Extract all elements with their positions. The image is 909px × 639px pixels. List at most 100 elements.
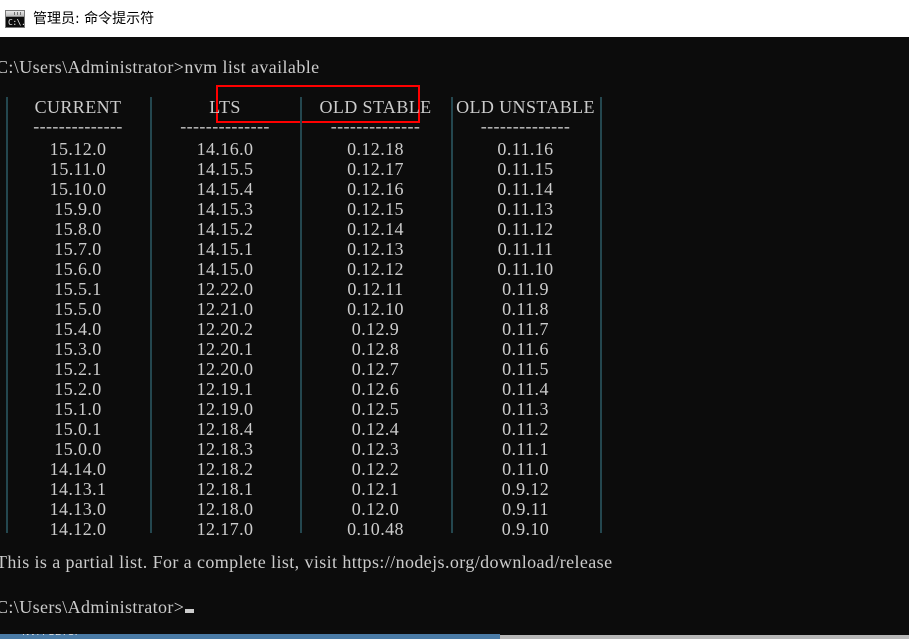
partial-list-note: This is a partial list. For a complete l… <box>0 552 613 572</box>
version-cell: 0.11.10 <box>497 259 554 279</box>
version-cell: 12.18.3 <box>196 439 254 459</box>
version-cell: 0.11.0 <box>502 459 549 479</box>
cmd-icon-glyph: C:\. <box>8 17 25 27</box>
version-cell: 14.13.1 <box>49 479 107 499</box>
version-cell: 12.18.0 <box>196 499 254 519</box>
column-underline-old-unstable: -------------- <box>480 116 571 136</box>
table-row: 15.2.1 12.20.0 0.12.7 0.11.5 <box>0 359 612 379</box>
version-cell: 0.11.5 <box>502 359 549 379</box>
cmd-icon[interactable]: C:\. <box>5 9 25 28</box>
version-cell: 0.9.12 <box>501 479 550 499</box>
version-cell: 14.15.3 <box>196 199 254 219</box>
command-line: C:\Users\Administrator>nvm list availabl… <box>0 57 320 77</box>
table-row: 15.12.0 14.16.0 0.12.18 0.11.16 <box>0 139 612 159</box>
background-window-strip[interactable]: NVM-SETUP <box>0 634 500 639</box>
version-cell: 15.7.0 <box>54 239 102 259</box>
version-cell: 0.11.6 <box>502 339 549 359</box>
column-header-old-stable: OLD STABLE <box>319 97 432 117</box>
table-header-row: CURRENT LTS OLD STABLE OLD UNSTABLE ----… <box>0 97 612 135</box>
version-cell: 12.18.2 <box>196 459 254 479</box>
version-cell: 0.12.10 <box>347 299 404 319</box>
version-cell: 14.15.4 <box>196 179 254 199</box>
version-cell: 15.0.0 <box>54 439 102 459</box>
version-cell: 0.12.6 <box>351 379 400 399</box>
version-cell: 15.1.0 <box>54 399 102 419</box>
version-cell: 0.9.11 <box>502 499 549 519</box>
table-row: 15.0.1 12.18.4 0.12.4 0.11.2 <box>0 419 612 439</box>
version-table: CURRENT LTS OLD STABLE OLD UNSTABLE ----… <box>0 97 612 539</box>
version-cell: 15.2.0 <box>54 379 102 399</box>
version-cell: 15.11.0 <box>49 159 107 179</box>
version-cell: 0.12.4 <box>351 419 400 439</box>
version-cell: 15.3.0 <box>54 339 102 359</box>
table-row: 15.3.0 12.20.1 0.12.8 0.11.6 <box>0 339 612 359</box>
version-cell: 0.11.2 <box>502 419 549 439</box>
column-underline-old-stable: -------------- <box>330 116 421 136</box>
version-cell: 0.12.18 <box>347 139 404 159</box>
version-cell: 14.14.0 <box>49 459 107 479</box>
column-underline-current: -------------- <box>33 116 123 136</box>
desktop-bottom-strip <box>500 635 909 639</box>
version-cell: 0.12.13 <box>347 239 404 259</box>
version-cell: 12.19.0 <box>196 399 254 419</box>
column-header-lts: LTS <box>209 97 241 117</box>
version-cell: 0.12.12 <box>347 259 404 279</box>
table-row: 15.4.0 12.20.2 0.12.9 0.11.7 <box>0 319 612 339</box>
table-row: 15.1.0 12.19.0 0.12.5 0.11.3 <box>0 399 612 419</box>
version-cell: 14.12.0 <box>49 519 107 539</box>
column-header-current: CURRENT <box>34 97 122 117</box>
version-cell: 12.20.2 <box>196 319 254 339</box>
version-cell: 14.16.0 <box>196 139 254 159</box>
version-cell: 0.11.3 <box>502 399 549 419</box>
version-cell: 15.4.0 <box>54 319 102 339</box>
version-cell: 0.12.7 <box>351 359 400 379</box>
window-titlebar[interactable]: C:\. 管理员: 命令提示符 <box>0 0 909 37</box>
version-cell: 0.12.1 <box>351 479 400 499</box>
version-cell: 12.20.1 <box>196 339 254 359</box>
version-cell: 0.11.15 <box>497 159 554 179</box>
window-title: 管理员: 命令提示符 <box>33 10 155 27</box>
table-row: 15.8.0 14.15.2 0.12.14 0.11.12 <box>0 219 612 239</box>
version-cell: 0.12.2 <box>351 459 400 479</box>
version-cell: 12.18.1 <box>196 479 254 499</box>
version-cell: 15.9.0 <box>54 199 102 219</box>
version-cell: 0.11.14 <box>497 179 554 199</box>
version-cell: 0.12.8 <box>351 339 400 359</box>
prompt-path: C:\Users\Administrator> <box>0 597 185 617</box>
table-rows: 15.12.0 14.16.0 0.12.18 0.11.16 15.11.0 14.15… <box>0 139 612 539</box>
version-cell: 0.12.3 <box>351 439 400 459</box>
version-cell: 14.15.5 <box>196 159 254 179</box>
version-cell: 15.8.0 <box>54 219 102 239</box>
version-cell: 0.12.0 <box>351 499 400 519</box>
version-cell: 0.12.14 <box>347 219 404 239</box>
version-cell: 0.11.1 <box>502 439 549 459</box>
table-row: 15.0.0 12.18.3 0.12.3 0.11.1 <box>0 439 612 459</box>
screen: C:\. 管理员: 命令提示符 C:\Users\Administrator>n… <box>0 0 909 639</box>
table-row: 15.5.1 12.22.0 0.12.11 0.11.9 <box>0 279 612 299</box>
terminal-body[interactable]: C:\Users\Administrator>nvm list availabl… <box>0 37 909 631</box>
version-cell: 15.5.0 <box>54 299 102 319</box>
version-cell: 0.12.5 <box>351 399 400 419</box>
version-cell: 12.21.0 <box>196 299 254 319</box>
version-cell: 14.15.2 <box>196 219 254 239</box>
background-window-label: NVM-SETUP <box>22 634 81 638</box>
table-row: 15.5.0 12.21.0 0.12.10 0.11.8 <box>0 299 612 319</box>
version-cell: 15.2.1 <box>54 359 102 379</box>
version-cell: 0.11.7 <box>502 319 549 339</box>
version-cell: 12.18.4 <box>196 419 254 439</box>
column-header-old-unstable: OLD UNSTABLE <box>456 97 595 117</box>
version-cell: 0.12.16 <box>347 179 404 199</box>
version-cell: 0.11.11 <box>497 239 554 259</box>
table-row: 14.13.1 12.18.1 0.12.1 0.9.12 <box>0 479 612 499</box>
table-row: 14.13.0 12.18.0 0.12.0 0.9.11 <box>0 499 612 519</box>
table-row: 15.7.0 14.15.1 0.12.13 0.11.11 <box>0 239 612 259</box>
table-row: 15.10.0 14.15.4 0.12.16 0.11.14 <box>0 179 612 199</box>
version-cell: 14.15.0 <box>196 259 254 279</box>
version-cell: 12.20.0 <box>196 359 254 379</box>
version-cell: 0.12.9 <box>351 319 400 339</box>
version-cell: 15.12.0 <box>49 139 107 159</box>
table-row: 14.12.0 12.17.0 0.10.48 0.9.10 <box>0 519 612 539</box>
version-cell: 14.15.1 <box>196 239 254 259</box>
version-cell: 0.11.8 <box>502 299 549 319</box>
table-row: 14.14.0 12.18.2 0.12.2 0.11.0 <box>0 459 612 479</box>
